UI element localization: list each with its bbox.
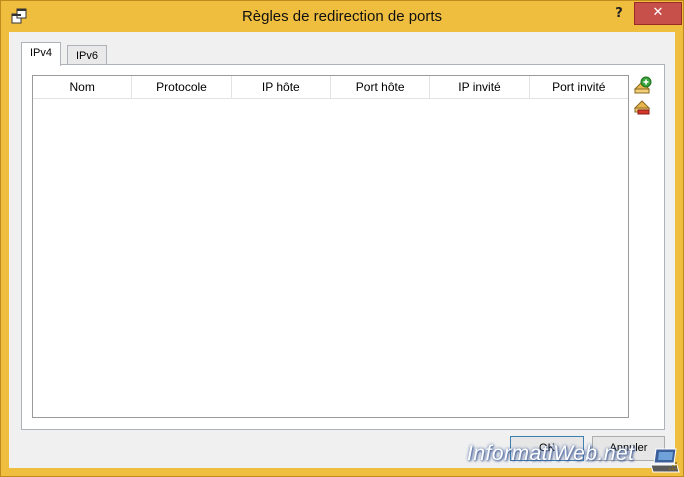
tab-ipv6[interactable]: IPv6 — [67, 45, 108, 66]
dialog-window: Règles de redirection de ports ? ✕ IPv4 … — [0, 0, 684, 477]
remove-rule-button[interactable] — [632, 97, 652, 117]
tab-ipv4[interactable]: IPv4 — [21, 42, 62, 66]
add-rule-button[interactable] — [632, 76, 652, 96]
column-header-host-port[interactable]: Port hôte — [331, 76, 431, 98]
column-header-protocol[interactable]: Protocole — [132, 76, 232, 98]
add-rule-icon — [633, 76, 652, 94]
watermark-text: InformatiWeb.net — [467, 442, 635, 465]
resize-grip-icon[interactable] — [668, 461, 678, 471]
column-header-guest-port[interactable]: Port invité — [530, 76, 628, 98]
dialog-body: IPv4 IPv6 Nom Protocole IP hôte Port hôt… — [9, 32, 675, 468]
tab-panel-ipv4: Nom Protocole IP hôte Port hôte IP invit… — [21, 64, 665, 430]
column-header-host-ip[interactable]: IP hôte — [232, 76, 331, 98]
column-header-guest-ip[interactable]: IP invité — [430, 76, 530, 98]
table-header: Nom Protocole IP hôte Port hôte IP invit… — [33, 76, 628, 99]
rules-table[interactable]: Nom Protocole IP hôte Port hôte IP invit… — [32, 75, 629, 418]
close-button[interactable]: ✕ — [634, 2, 682, 25]
help-button[interactable]: ? — [608, 4, 630, 24]
remove-rule-icon — [633, 100, 651, 115]
window-title: Règles de redirection de ports — [241, 8, 443, 25]
column-header-name[interactable]: Nom — [33, 76, 133, 98]
title-bar[interactable]: Règles de redirection de ports ? ✕ — [1, 1, 683, 32]
